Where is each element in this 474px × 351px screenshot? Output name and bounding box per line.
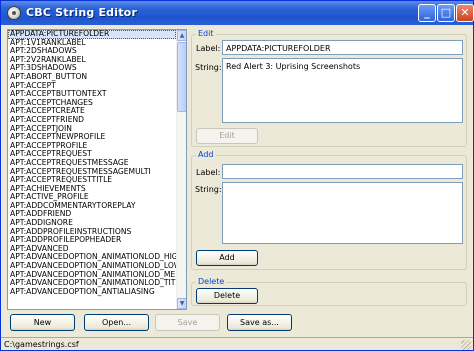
scrollbar-thumb[interactable] (177, 42, 186, 112)
file-path-status: C:\gamestrings.csf (4, 340, 79, 349)
delete-group-legend: Delete (196, 277, 227, 287)
edit-group: Edit Label: APPDATA:PICTUREFOLDER String… (191, 29, 467, 147)
minimize-button[interactable]: _ (418, 4, 436, 22)
new-button[interactable]: New (10, 314, 75, 331)
add-label-field[interactable] (222, 164, 463, 179)
delete-button[interactable]: Delete (196, 288, 258, 304)
add-group-legend: Add (196, 150, 216, 160)
open-button[interactable]: Open... (84, 314, 149, 331)
app-window: CBC String Editor _ □ ✕ APPDATA:PICTUREF… (0, 0, 474, 351)
edit-group-legend: Edit (196, 29, 216, 39)
scroll-down-arrow-icon[interactable]: ▼ (177, 298, 186, 309)
delete-group: Delete Delete (191, 277, 467, 306)
maximize-button[interactable]: □ (437, 4, 455, 22)
vertical-scrollbar[interactable]: ▲ ▼ (176, 30, 186, 309)
app-icon[interactable] (7, 6, 21, 20)
edit-string-field[interactable]: Red Alert 3: Uprising Screenshots (222, 58, 463, 123)
string-label-list-items: APPDATA:PICTUREFOLDER APT:1V1RANKLABEL APT… (8, 30, 176, 309)
add-string-caption: String: (195, 185, 222, 194)
add-button[interactable]: Add (196, 250, 258, 266)
close-button[interactable]: ✕ (456, 4, 474, 22)
resize-grip-icon[interactable] (461, 340, 471, 350)
list-item[interactable]: APT:ADVANCEDOPTION_ANTIALIASING (8, 287, 176, 297)
add-string-field[interactable] (222, 182, 463, 244)
window-title: CBC String Editor (26, 6, 138, 19)
edit-label-caption: Label: (196, 44, 221, 53)
edit-button[interactable]: Edit (196, 128, 258, 144)
edit-label-field[interactable]: APPDATA:PICTUREFOLDER (222, 40, 463, 55)
save-button[interactable]: Save (155, 314, 220, 331)
status-bar: C:\gamestrings.csf (1, 337, 473, 350)
edit-string-caption: String: (195, 63, 222, 72)
add-label-caption: Label: (196, 168, 221, 177)
save-as-button[interactable]: Save as... (227, 314, 292, 331)
title-bar[interactable]: CBC String Editor _ □ ✕ (1, 1, 474, 25)
add-group: Add Label: String: Add (191, 150, 467, 270)
string-label-list[interactable]: APPDATA:PICTUREFOLDER APT:1V1RANKLABEL APT… (7, 29, 187, 310)
scroll-up-arrow-icon[interactable]: ▲ (177, 30, 186, 41)
